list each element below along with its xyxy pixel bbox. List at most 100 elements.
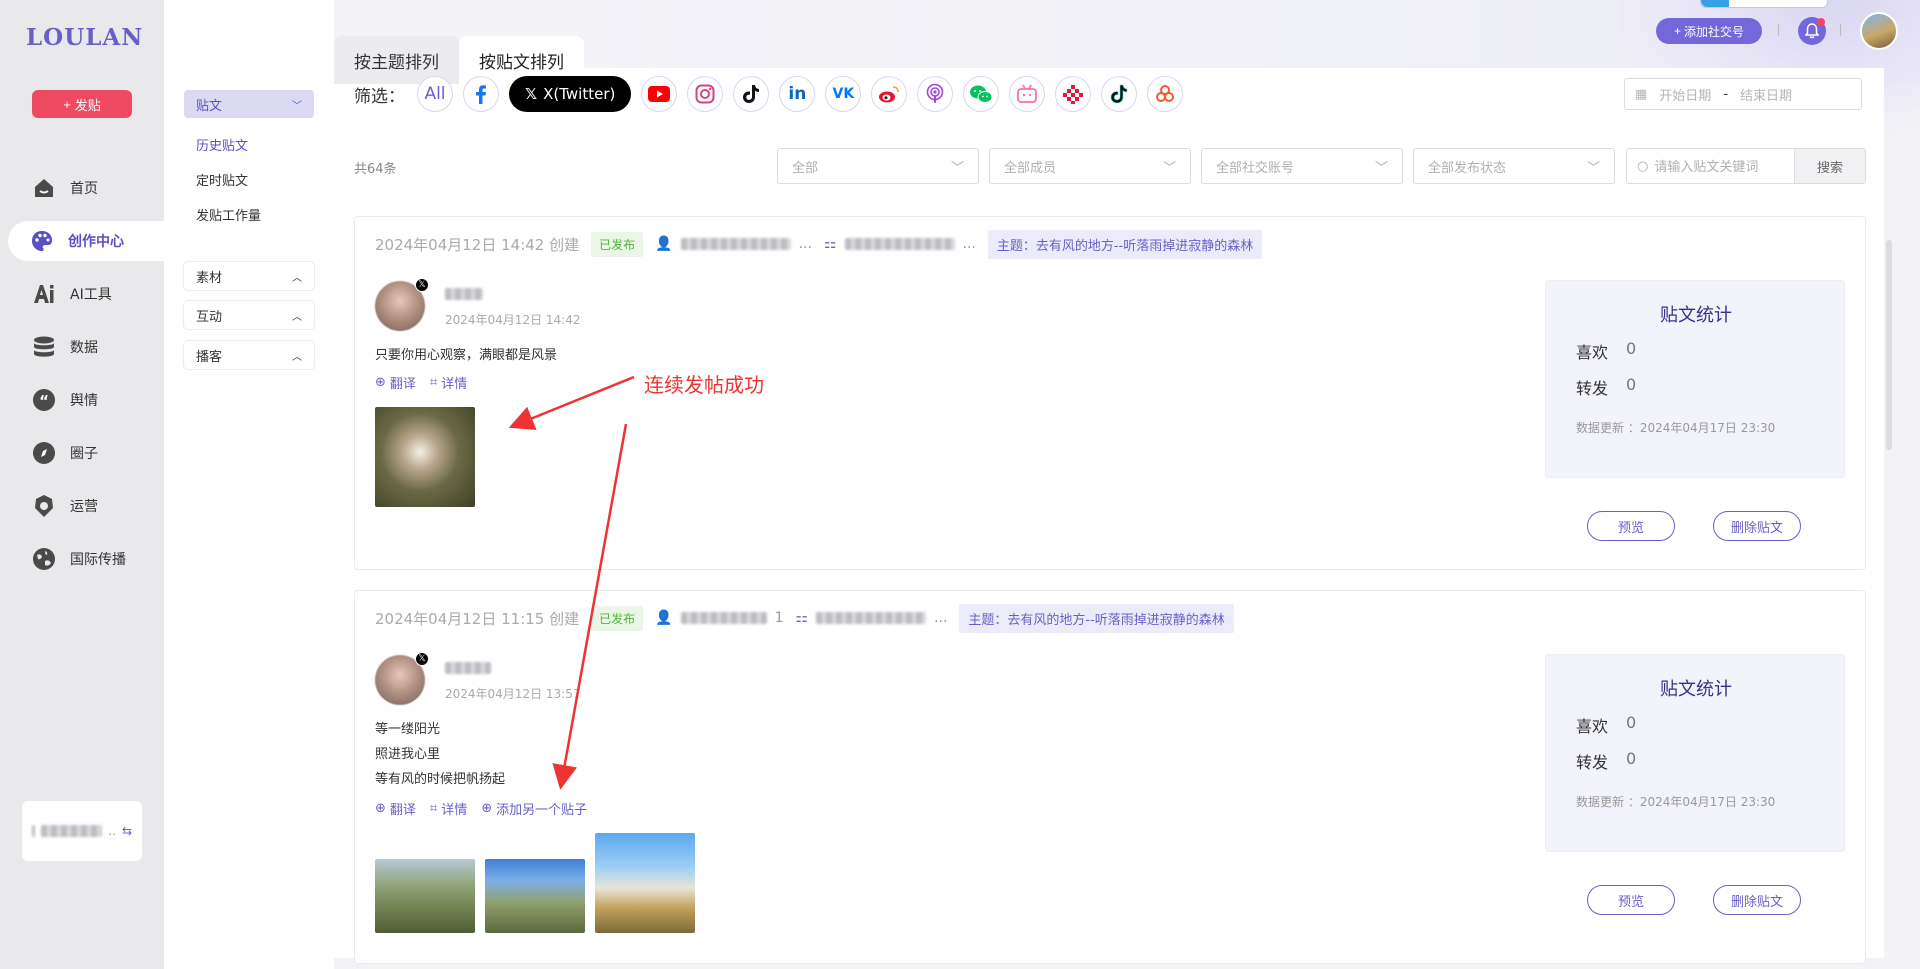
xiaohongshu-icon[interactable] bbox=[1147, 76, 1184, 112]
subnav-group-posts[interactable]: 贴文 ﹀ bbox=[184, 90, 314, 118]
subnav-group-interact[interactable]: 互动 ︿ bbox=[184, 301, 314, 329]
post-image[interactable] bbox=[595, 833, 695, 933]
delete-post-button[interactable]: 删除贴文 bbox=[1713, 511, 1801, 541]
tiktok-icon[interactable] bbox=[733, 76, 770, 112]
details-icon: ⌗ bbox=[429, 375, 438, 390]
palette-icon bbox=[30, 229, 54, 253]
nav-item-ai-tools[interactable]: AI工具 bbox=[10, 274, 160, 314]
select-all[interactable]: 全部 ﹀ bbox=[777, 148, 979, 184]
notification-bell-icon[interactable] bbox=[1798, 17, 1826, 45]
member-suffix: 1 bbox=[774, 610, 784, 626]
linkedin-icon[interactable]: in bbox=[779, 76, 816, 112]
post-card: 2024年04月12日 14:42 创建 已发布 👤... ⚏... 主题：去有… bbox=[354, 216, 1866, 570]
add-social-account-button[interactable]: + 添加社交号 bbox=[1656, 18, 1762, 44]
nav-item-international[interactable]: 国际传播 bbox=[10, 539, 160, 579]
nav-item-circle[interactable]: 圈子 bbox=[10, 433, 160, 473]
select-accounts[interactable]: 全部社交账号 ﹀ bbox=[1201, 148, 1403, 184]
database-icon bbox=[32, 335, 56, 359]
preview-button[interactable]: 预览 bbox=[1587, 885, 1675, 915]
bilibili-icon[interactable] bbox=[1009, 76, 1046, 112]
switch-icon[interactable]: ⇆ bbox=[122, 824, 132, 838]
nav-label: 舆情 bbox=[70, 393, 98, 409]
user-icon: 👤 bbox=[655, 236, 673, 252]
notification-dot bbox=[1817, 18, 1825, 26]
logo: LOULAN bbox=[26, 24, 144, 51]
date-start[interactable]: 开始日期 bbox=[1659, 85, 1711, 104]
delete-post-button[interactable]: 删除贴文 bbox=[1713, 885, 1801, 915]
globe-icon: ⊕ bbox=[375, 375, 386, 390]
add-another-post-action[interactable]: ⊕ 添加另一个贴子 bbox=[481, 799, 587, 818]
wechat-icon[interactable] bbox=[963, 76, 1000, 112]
translate-action[interactable]: ⊕ 翻译 bbox=[375, 373, 416, 392]
subnav-scheduled-posts[interactable]: 定时贴文 bbox=[196, 170, 248, 189]
top-progress-widget[interactable] bbox=[1700, 0, 1828, 8]
douyin-icon[interactable] bbox=[1101, 76, 1138, 112]
stat-likes: 喜欢 0 bbox=[1576, 713, 1636, 737]
group-label: 贴文 bbox=[196, 98, 223, 114]
topic-tag[interactable]: 主题：去有风的地方--听落雨掉进寂静的森林 bbox=[959, 603, 1234, 633]
subnav-group-podcast[interactable]: 播客 ︿ bbox=[184, 341, 314, 369]
chevron-up-icon: ︿ bbox=[292, 272, 302, 284]
youtube-icon[interactable] bbox=[641, 76, 678, 112]
post-member: 👤 1 bbox=[655, 610, 783, 626]
post-image[interactable] bbox=[485, 859, 585, 933]
podcast-icon[interactable] bbox=[917, 76, 954, 112]
current-user-card[interactable]: .. ⇆ bbox=[22, 801, 142, 861]
subnav-history-posts[interactable]: 历史贴文 bbox=[196, 135, 248, 154]
details-action[interactable]: ⌗ 详情 bbox=[430, 799, 467, 818]
facebook-icon[interactable] bbox=[463, 76, 499, 112]
preview-button[interactable]: 预览 bbox=[1587, 511, 1675, 541]
nav-item-home[interactable]: 首页 bbox=[10, 168, 160, 208]
weibo-icon[interactable] bbox=[871, 76, 908, 112]
stats-title: 贴文统计 bbox=[1660, 305, 1732, 326]
search-field[interactable]: ○ bbox=[1626, 148, 1794, 184]
new-post-button[interactable]: + 发贴 bbox=[32, 90, 132, 118]
kuaishou-icon[interactable] bbox=[1055, 76, 1092, 112]
group-label: 互动 bbox=[196, 309, 223, 325]
search-input[interactable] bbox=[1654, 158, 1785, 174]
subnav-group-material[interactable]: 素材 ︿ bbox=[184, 262, 314, 290]
date-range-picker[interactable]: ▦ 开始日期 - 结束日期 bbox=[1624, 78, 1862, 110]
vk-icon[interactable]: VK bbox=[825, 76, 862, 112]
details-action[interactable]: ⌗ 详情 bbox=[430, 373, 467, 392]
select-publish-status[interactable]: 全部发布状态 ﹀ bbox=[1413, 148, 1615, 184]
nav-item-public-opinion[interactable]: “ 舆情 bbox=[10, 380, 160, 420]
filter-all[interactable]: All bbox=[417, 76, 453, 112]
annotation-text: 连续发帖成功 bbox=[644, 373, 764, 397]
filter-x-twitter[interactable]: 𝕏 X(Twitter) bbox=[509, 76, 632, 112]
likes-label: 喜欢 bbox=[1576, 717, 1609, 736]
instagram-icon[interactable] bbox=[687, 76, 724, 112]
nav-label: 首页 bbox=[70, 181, 98, 197]
chevron-down-icon: ﹀ bbox=[1586, 160, 1600, 176]
x-icon: 𝕏 bbox=[415, 278, 429, 292]
author-name-redacted bbox=[445, 288, 483, 304]
select-value: 全部 bbox=[792, 160, 819, 176]
likes-value: 0 bbox=[1626, 713, 1637, 732]
action-label: 添加另一个贴子 bbox=[496, 803, 588, 818]
translate-action[interactable]: ⊕ 翻译 bbox=[375, 799, 416, 818]
select-members[interactable]: 全部成员 ﹀ bbox=[989, 148, 1191, 184]
post-stats-panel: 贴文统计 喜欢 0 转发 0 数据更新 ：2024年04月17日 23:30 bbox=[1545, 654, 1845, 852]
x-icon: 𝕏 bbox=[525, 85, 538, 103]
member-name-redacted bbox=[680, 238, 791, 250]
shares-value: 0 bbox=[1626, 375, 1637, 394]
operations-icon bbox=[32, 494, 56, 518]
scrollbar[interactable] bbox=[1886, 240, 1892, 450]
plus-circle-icon: ⊕ bbox=[481, 801, 493, 816]
nav-item-creation-center[interactable]: 创作中心 bbox=[8, 221, 168, 261]
stat-shares: 转发 0 bbox=[1576, 375, 1636, 399]
post-image[interactable] bbox=[375, 407, 475, 507]
x-icon: 𝕏 bbox=[415, 652, 429, 666]
search-button[interactable]: 搜索 bbox=[1794, 148, 1866, 184]
post-created-time: 2024年04月12日 11:15 创建 bbox=[375, 609, 580, 628]
subnav-post-workload[interactable]: 发贴工作量 bbox=[196, 205, 261, 224]
nav-item-operations[interactable]: 运营 bbox=[10, 486, 160, 526]
likes-label: 喜欢 bbox=[1576, 343, 1609, 362]
ai-icon bbox=[32, 282, 56, 306]
post-image[interactable] bbox=[375, 859, 475, 933]
date-end[interactable]: 结束日期 bbox=[1740, 85, 1792, 104]
topic-tag[interactable]: 主题：去有风的地方--听落雨掉进寂静的森林 bbox=[987, 229, 1263, 259]
x-label: X(Twitter) bbox=[543, 85, 616, 103]
user-avatar[interactable] bbox=[1860, 12, 1898, 50]
nav-item-data[interactable]: 数据 bbox=[10, 327, 160, 367]
